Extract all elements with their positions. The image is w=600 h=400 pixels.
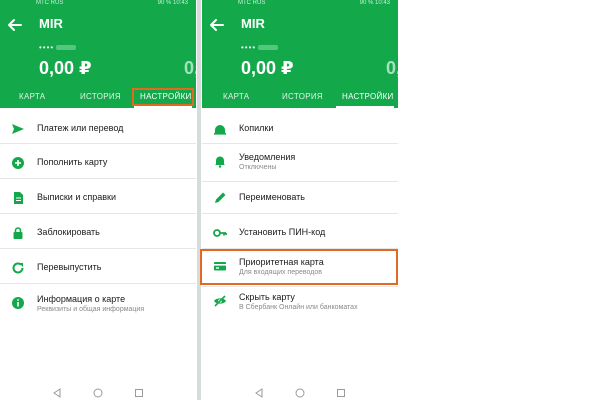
menu-item-subtitle: Реквизиты и общая информация [37,306,145,313]
separator [202,286,398,287]
separator [202,143,398,144]
status-battery-time: 90 % 10:43 [359,0,390,6]
menu-item-subtitle: В Сбербанк Онлайн или банкоматах [239,304,358,311]
menu-item-notifications[interactable]: Уведомления Отключены [202,152,398,182]
nav-recents-icon[interactable] [336,388,346,398]
nav-back-icon[interactable] [52,388,62,398]
menu-item-label: Перевыпустить [37,262,102,272]
menu-item-label: Выписки и справки [37,192,116,202]
card-title: MIR [39,16,63,31]
send-icon [12,124,24,134]
menu-item-topup[interactable]: Пополнить карту [0,156,196,184]
add-circle-icon [12,157,24,169]
tab-history[interactable]: ИСТОРИЯ [80,92,121,101]
menu-item-card-info[interactable]: Информация о карте Реквизиты и общая инф… [0,294,196,326]
status-carrier: МТС RUS [238,0,266,6]
menu-item-reissue[interactable]: Перевыпустить [0,261,196,289]
screenshot-divider [197,0,201,400]
back-arrow-icon[interactable] [6,16,24,34]
separator [0,248,196,249]
menu-item-rename[interactable]: Переименовать [202,191,398,219]
card-number: •••• [39,43,77,52]
card-balance: 0,00 ₽ [241,58,294,78]
bell-icon [215,156,225,168]
piggy-bank-icon [214,125,226,135]
key-icon [213,229,227,237]
card-number-mask [56,45,77,51]
menu-item-label: Платеж или перевод [37,123,124,133]
nav-back-icon[interactable] [254,388,264,398]
menu-item-label: Установить ПИН-код [239,227,326,237]
nav-home-icon[interactable] [93,388,103,398]
active-tab-indicator [336,106,394,108]
status-carrier: МТС RUS [36,0,64,6]
android-nav-bar [0,384,196,400]
menu-item-payment[interactable]: Платеж или перевод [0,122,196,150]
menu-item-hide-card[interactable]: Скрыть карту В Сбербанк Онлайн или банко… [202,292,398,322]
separator [0,283,196,284]
menu-item-block[interactable]: Заблокировать [0,226,196,254]
pencil-icon [215,192,226,203]
highlight-frame-priority-card [200,249,398,285]
card-number-dots: •••• [241,43,257,52]
tab-history[interactable]: ИСТОРИЯ [282,92,323,101]
next-card-balance[interactable]: 0, [386,58,398,79]
tab-bar: КАРТА ИСТОРИЯ НАСТРОЙКИ [202,86,398,108]
active-tab-indicator [134,106,192,108]
eye-off-icon [214,295,226,307]
refresh-icon [12,262,24,274]
menu-item-label: Копилки [239,123,274,133]
menu-item-savings[interactable]: Копилки [202,122,398,150]
status-battery-time: 90 % 10:43 [157,0,188,6]
menu-item-label: Информация о карте [37,294,126,304]
menu-item-subtitle: Отключены [239,164,277,171]
card-number: •••• [241,43,279,52]
card-header: МТС RUS 90 % 10:43 MIR •••• 0,00 ₽ 0, КА… [202,0,398,108]
tab-settings[interactable]: НАСТРОЙКИ [342,92,394,101]
lock-icon [13,227,23,239]
card-balance: 0,00 ₽ [39,58,92,78]
tab-card[interactable]: КАРТА [223,92,249,101]
separator [202,213,398,214]
next-card-balance[interactable]: 0, [184,58,196,79]
menu-item-label: Скрыть карту [239,292,295,302]
menu-item-label: Заблокировать [37,227,100,237]
card-number-dots: •••• [39,43,55,52]
menu-item-label: Пополнить карту [37,157,108,167]
menu-item-statements[interactable]: Выписки и справки [0,191,196,219]
phone-screen-right: МТС RUS 90 % 10:43 MIR •••• 0,00 ₽ 0, КА… [202,0,398,400]
menu-item-label: Уведомления [239,152,296,162]
card-title: MIR [241,16,265,31]
tab-card[interactable]: КАРТА [19,92,45,101]
highlight-frame-settings-tab [132,88,194,106]
separator [0,213,196,214]
menu-item-label: Переименовать [239,192,305,202]
separator [0,178,196,179]
nav-home-icon[interactable] [295,388,305,398]
nav-recents-icon[interactable] [134,388,144,398]
info-icon [12,297,24,309]
back-arrow-icon[interactable] [208,16,226,34]
separator [0,143,196,144]
status-bar: МТС RUS 90 % 10:43 [0,0,196,8]
separator [202,181,398,182]
android-nav-bar [202,384,398,400]
card-number-mask [258,45,279,51]
document-icon [14,192,23,204]
status-bar: МТС RUS 90 % 10:43 [202,0,398,8]
phone-screen-left: МТС RUS 90 % 10:43 MIR •••• 0,00 ₽ 0, КА… [0,0,196,400]
